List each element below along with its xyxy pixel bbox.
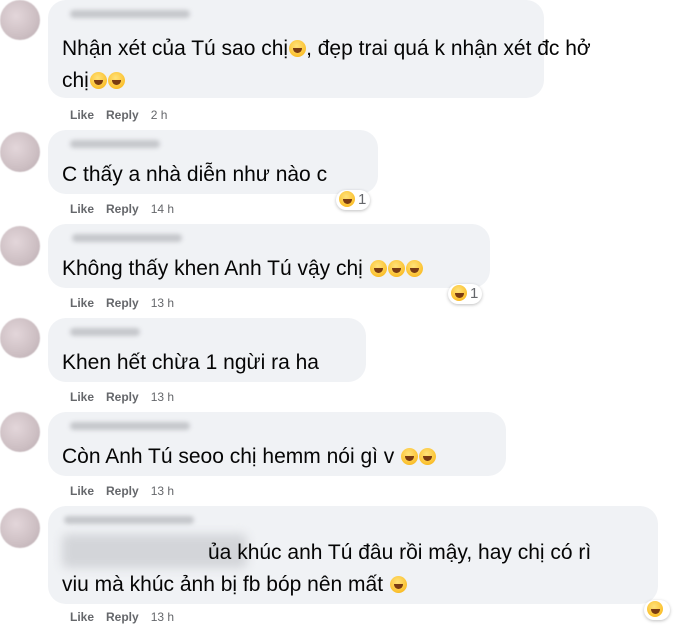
comment: Khen hết chừa 1 ngừi ra ha Like Reply 13 h bbox=[0, 318, 700, 414]
comment-bubble: Còn Anh Tú seoo chị hemm nói gì v bbox=[48, 412, 506, 476]
timestamp[interactable]: 13 h bbox=[151, 610, 174, 624]
comment-bubble: Khen hết chừa 1 ngừi ra ha bbox=[48, 318, 366, 382]
reaction-count-value: 1 bbox=[358, 191, 367, 208]
comment-actions: Like Reply 14 h bbox=[70, 202, 174, 216]
avatar[interactable] bbox=[0, 132, 40, 172]
laughing-emoji-icon bbox=[451, 285, 467, 301]
like-button[interactable]: Like bbox=[70, 202, 94, 216]
author-name-redacted bbox=[72, 234, 182, 242]
like-button[interactable]: Like bbox=[70, 390, 94, 404]
comment-text-line: , đẹp trai quá k nhận xét đc hở bbox=[306, 37, 591, 60]
reply-button[interactable]: Reply bbox=[106, 610, 139, 624]
avatar[interactable] bbox=[0, 226, 40, 266]
author-name-redacted bbox=[70, 140, 160, 148]
like-button[interactable]: Like bbox=[70, 108, 94, 122]
comment-actions: Like Reply 13 h bbox=[70, 484, 174, 498]
avatar[interactable] bbox=[0, 508, 40, 548]
author-name-redacted bbox=[64, 516, 194, 524]
comment-text: Nhận xét của Tú sao chị , đẹp trai quá k … bbox=[62, 32, 591, 65]
avatar[interactable] bbox=[0, 412, 40, 452]
comment: Không thấy khen Anh Tú vậy chị 1 Like Rep… bbox=[0, 224, 700, 320]
thinking-emoji-icon bbox=[389, 576, 407, 593]
avatar[interactable] bbox=[0, 318, 40, 358]
author-name-redacted bbox=[70, 422, 190, 430]
reaction-count[interactable] bbox=[644, 600, 670, 620]
comment-actions: Like Reply 13 h bbox=[70, 296, 174, 310]
comment-bubble: Nhận xét của Tú sao chị , đẹp trai quá k … bbox=[48, 0, 591, 98]
comment-text: viu mà khúc ảnh bị fb bóp nên mất bbox=[62, 568, 407, 601]
reaction-count-value: 1 bbox=[470, 285, 479, 302]
comment-text-line: C thấy a nhà diễn như nào c bbox=[62, 163, 328, 186]
author-name-redacted bbox=[70, 328, 140, 336]
avatar[interactable] bbox=[0, 0, 40, 40]
laughing-emoji-icon bbox=[339, 191, 355, 207]
timestamp[interactable]: 13 h bbox=[151, 390, 174, 404]
reaction-count[interactable]: 1 bbox=[336, 190, 371, 210]
like-button[interactable]: Like bbox=[70, 484, 94, 498]
reply-button[interactable]: Reply bbox=[106, 390, 139, 404]
comment-text-line: Còn Anh Tú seoo chị hemm nói gì v bbox=[62, 445, 395, 468]
comment-actions: Like Reply 13 h bbox=[70, 610, 174, 624]
timestamp[interactable]: 2 h bbox=[151, 108, 168, 122]
laughing-emoji-icon bbox=[89, 72, 107, 89]
comment-text-line: Khen hết chừa 1 ngừi ra ha bbox=[62, 351, 319, 374]
laughing-emoji-icon bbox=[369, 260, 387, 277]
comment-text-line: Nhận xét của Tú sao chị bbox=[62, 37, 289, 60]
comment-text-line: viu mà khúc ảnh bị fb bóp nên mất bbox=[62, 573, 384, 596]
comment: Nhận xét của Tú sao chị , đẹp trai quá k … bbox=[0, 0, 700, 126]
laughing-emoji-icon bbox=[401, 448, 419, 465]
comment-bubble: C thấy a nhà diễn như nào c bbox=[48, 130, 378, 194]
comment: C thấy a nhà diễn như nào c 1 Like Reply 1… bbox=[0, 128, 700, 224]
comment-bubble: Không thấy khen Anh Tú vậy chị bbox=[48, 224, 490, 288]
comment-text: C thấy a nhà diễn như nào c bbox=[62, 158, 327, 191]
laughing-emoji-icon bbox=[419, 448, 437, 465]
timestamp[interactable]: 13 h bbox=[151, 484, 174, 498]
comment-text: chị bbox=[62, 64, 125, 97]
comment-text-line: ủa khúc anh Tú đâu rồi mậy, hay chị có r… bbox=[208, 541, 592, 564]
timestamp[interactable]: 13 h bbox=[151, 296, 174, 310]
laughing-emoji-icon bbox=[647, 601, 663, 617]
author-name-redacted bbox=[70, 10, 190, 18]
reply-button[interactable]: Reply bbox=[106, 202, 139, 216]
comment-text: Không thấy khen Anh Tú vậy chị bbox=[62, 252, 423, 285]
comment-text-line: Không thấy khen Anh Tú vậy chị bbox=[62, 257, 363, 280]
timestamp[interactable]: 14 h bbox=[151, 202, 174, 216]
reaction-count[interactable]: 1 bbox=[448, 284, 483, 304]
laughing-emoji-icon bbox=[107, 72, 125, 89]
comment-bubble: ủa khúc anh Tú đâu rồi mậy, hay chị có r… bbox=[48, 506, 658, 604]
comment-text: ủa khúc anh Tú đâu rồi mậy, hay chị có r… bbox=[208, 536, 591, 569]
laughing-emoji-icon bbox=[289, 40, 307, 57]
comment: Còn Anh Tú seoo chị hemm nói gì v Like Re… bbox=[0, 412, 700, 508]
comment-actions: Like Reply 13 h bbox=[70, 390, 174, 404]
comment-actions: Like Reply 2 h bbox=[70, 108, 167, 122]
like-button[interactable]: Like bbox=[70, 296, 94, 310]
comment: ủa khúc anh Tú đâu rồi mậy, hay chị có r… bbox=[0, 506, 700, 627]
reply-button[interactable]: Reply bbox=[106, 296, 139, 310]
reply-button[interactable]: Reply bbox=[106, 484, 139, 498]
comment-text: Khen hết chừa 1 ngừi ra ha bbox=[62, 346, 319, 379]
laughing-emoji-icon bbox=[405, 260, 423, 277]
comment-text: Còn Anh Tú seoo chị hemm nói gì v bbox=[62, 440, 437, 473]
laughing-emoji-icon bbox=[387, 260, 405, 277]
reply-button[interactable]: Reply bbox=[106, 108, 139, 122]
like-button[interactable]: Like bbox=[70, 610, 94, 624]
comment-text-line: chị bbox=[62, 69, 89, 92]
